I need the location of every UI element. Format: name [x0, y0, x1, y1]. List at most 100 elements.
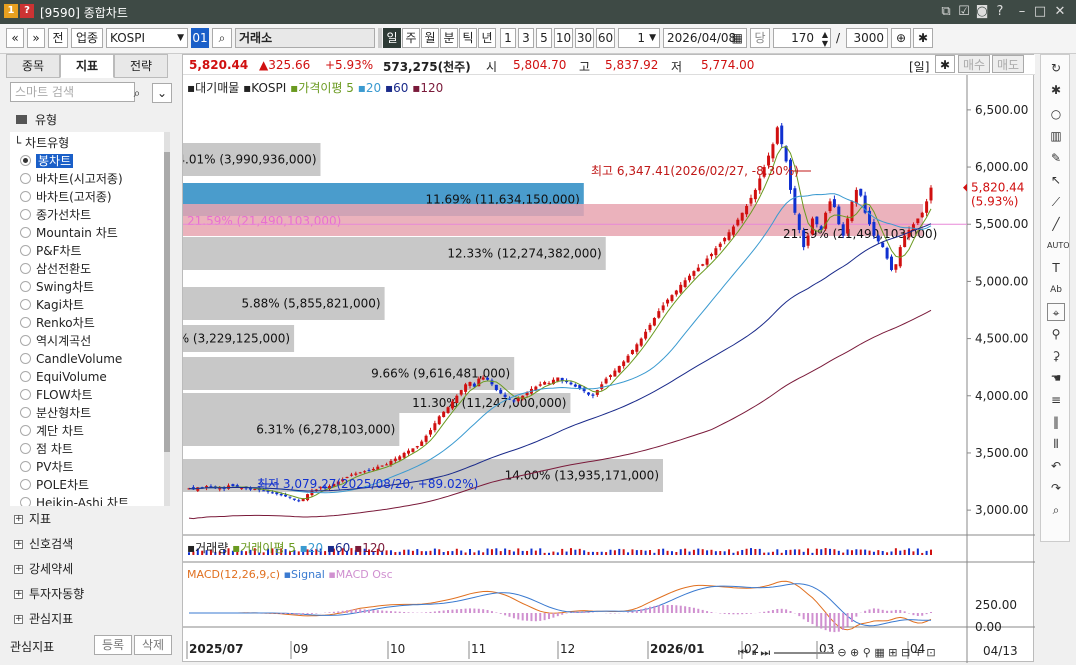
all-button[interactable]: 전 — [48, 28, 68, 48]
lines-icon[interactable]: ≡ — [1047, 391, 1065, 409]
tree-item-favorite[interactable]: + 관심지표 — [14, 610, 73, 627]
minus-icon[interactable]: ⊟ — [901, 646, 910, 659]
chart-type-item[interactable]: CandleVolume — [20, 350, 122, 368]
period-minute[interactable]: 분 — [440, 28, 458, 48]
count-input[interactable]: 170 ▲ ▼ — [773, 28, 831, 48]
circle-icon[interactable]: ○ — [1047, 105, 1065, 123]
auto-icon[interactable]: AUTO — [1047, 237, 1070, 255]
radio-icon[interactable] — [20, 353, 31, 364]
radio-icon[interactable] — [20, 425, 31, 436]
radio-icon[interactable] — [20, 461, 31, 472]
scroll-slider[interactable] — [773, 652, 834, 654]
interval-5[interactable]: 5 — [536, 28, 552, 48]
grid-icon[interactable]: ⊞ — [888, 646, 897, 659]
chart-type-item[interactable]: 역시계곡선 — [20, 332, 91, 350]
chart-type-item[interactable]: 바차트(고저종) — [20, 188, 112, 206]
sector-button[interactable]: 업종 — [71, 28, 103, 48]
vlines2-icon[interactable]: ⦀ — [1047, 435, 1065, 453]
cursor-icon[interactable]: ⌖ — [1047, 303, 1065, 321]
tab-stock[interactable]: 종목 — [6, 54, 60, 78]
gear-icon[interactable]: ✱ — [1047, 81, 1065, 99]
chart-type-item[interactable]: 점 차트 — [20, 440, 73, 458]
chart-type-item[interactable]: 계단 차트 — [20, 422, 84, 440]
register-button[interactable]: 등록 — [94, 635, 132, 655]
spinner-icon[interactable]: ▲ ▼ — [822, 30, 828, 48]
period-tick[interactable]: 틱 — [459, 28, 477, 48]
first-icon[interactable]: ⏮ — [738, 646, 748, 659]
bar-chart-icon[interactable]: ▥ — [1047, 127, 1065, 145]
chart-type-item[interactable]: POLE차트 — [20, 476, 89, 494]
type-header[interactable]: 유형 — [10, 110, 170, 130]
radio-icon[interactable] — [20, 227, 31, 238]
radio-icon[interactable] — [20, 209, 31, 220]
delete-button[interactable]: 삭제 — [134, 635, 172, 655]
radio-icon[interactable] — [20, 335, 31, 346]
chart-type-item[interactable]: 바차트(시고저종) — [20, 170, 123, 188]
search-icon[interactable]: ⌕ — [1047, 501, 1065, 519]
radio-icon[interactable] — [20, 155, 31, 166]
chart-type-item[interactable]: Renko차트 — [20, 314, 95, 332]
check-icon[interactable]: ☑ — [956, 4, 972, 20]
tree-item-indicator[interactable]: + 지표 — [14, 510, 51, 527]
radio-icon[interactable] — [20, 299, 31, 310]
list-scrollbar[interactable] — [164, 132, 170, 506]
refresh-icon[interactable]: ↻ — [1047, 59, 1065, 77]
chart-type-item[interactable]: Heikin-Ashi 차트 — [20, 494, 129, 506]
interval-30[interactable]: 30 — [575, 28, 594, 48]
chart-type-item[interactable]: 삼선전환도 — [20, 260, 91, 278]
settings-icon[interactable]: ✱ — [935, 55, 955, 73]
radio-icon[interactable] — [20, 281, 31, 292]
tab-indicator[interactable]: 지표 — [60, 54, 114, 78]
chart-type-item[interactable]: P&F차트 — [20, 242, 82, 260]
tab-strategy[interactable]: 전략 — [114, 54, 168, 78]
redo-icon[interactable]: ↷ — [1047, 479, 1065, 497]
zoom-icon[interactable]: ⚲ — [1047, 325, 1065, 343]
radio-icon[interactable] — [20, 389, 31, 400]
chart-type-item[interactable]: FLOW차트 — [20, 386, 93, 404]
chart-type-group[interactable]: └ 차트유형 — [14, 134, 69, 151]
text-icon[interactable]: T — [1047, 259, 1065, 277]
radio-icon[interactable] — [20, 173, 31, 184]
smart-search-input[interactable]: 스마트 검색 — [10, 82, 135, 102]
trend-icon[interactable]: ⟋ — [1047, 193, 1065, 211]
interval-60[interactable]: 60 — [596, 28, 615, 48]
vlines-icon[interactable]: ‖ — [1047, 413, 1065, 431]
prev-button[interactable]: « — [6, 28, 24, 48]
chart-type-item[interactable]: EquiVolume — [20, 368, 107, 386]
close-icon[interactable]: ✕ — [1052, 4, 1068, 20]
chart-area[interactable]: 5,820.44 ▲325.66 +5.93% 573,275(천주) 시 5,… — [182, 54, 1035, 663]
link-icon[interactable]: ⧉ — [938, 4, 954, 20]
interval-1[interactable]: 1 — [500, 28, 516, 48]
pause-icon[interactable]: ⏸ — [751, 646, 757, 659]
chart-type-item[interactable]: 분산형차트 — [20, 404, 91, 422]
total-input[interactable]: 3000 — [846, 28, 888, 48]
chart-type-item[interactable]: Swing차트 — [20, 278, 94, 296]
radio-icon[interactable] — [20, 371, 31, 382]
chart-type-item[interactable]: Mountain 차트 — [20, 224, 118, 242]
symbol-select[interactable]: KOSPI ▼ — [106, 28, 188, 48]
radio-icon[interactable] — [20, 497, 31, 506]
interval-input[interactable]: 1 ▼ — [618, 28, 660, 48]
chart-type-item[interactable]: 종가선차트 — [20, 206, 91, 224]
scrollbar-thumb[interactable] — [164, 152, 170, 452]
zoom-in-icon[interactable]: ⊕ — [850, 646, 859, 659]
interval-10[interactable]: 10 — [554, 28, 573, 48]
period-year[interactable]: 년 — [478, 28, 496, 48]
radio-icon[interactable] — [20, 443, 31, 454]
minimize-icon[interactable]: – — [1014, 4, 1030, 20]
tree-item-signal[interactable]: + 신호검색 — [14, 535, 73, 552]
buy-button[interactable]: 매수 — [958, 55, 990, 73]
pen-icon[interactable]: ✎ — [1047, 149, 1065, 167]
chart-type-item[interactable]: 봉차트 — [20, 152, 74, 170]
radio-icon[interactable] — [20, 407, 31, 418]
camera-icon[interactable]: ◙ — [974, 4, 990, 20]
ab-icon[interactable]: Ab — [1047, 281, 1065, 299]
end-icon[interactable]: ⏭ — [760, 646, 770, 659]
search-icon[interactable]: ⌕ — [212, 28, 232, 48]
date-input[interactable]: 2026/04/08 ▦ — [663, 28, 747, 48]
maximize-icon[interactable]: □ — [1032, 4, 1048, 20]
radio-icon[interactable] — [20, 263, 31, 274]
split-icon[interactable]: ⊡ — [926, 646, 935, 659]
radio-icon[interactable] — [20, 479, 31, 490]
sell-button[interactable]: 매도 — [992, 55, 1024, 73]
